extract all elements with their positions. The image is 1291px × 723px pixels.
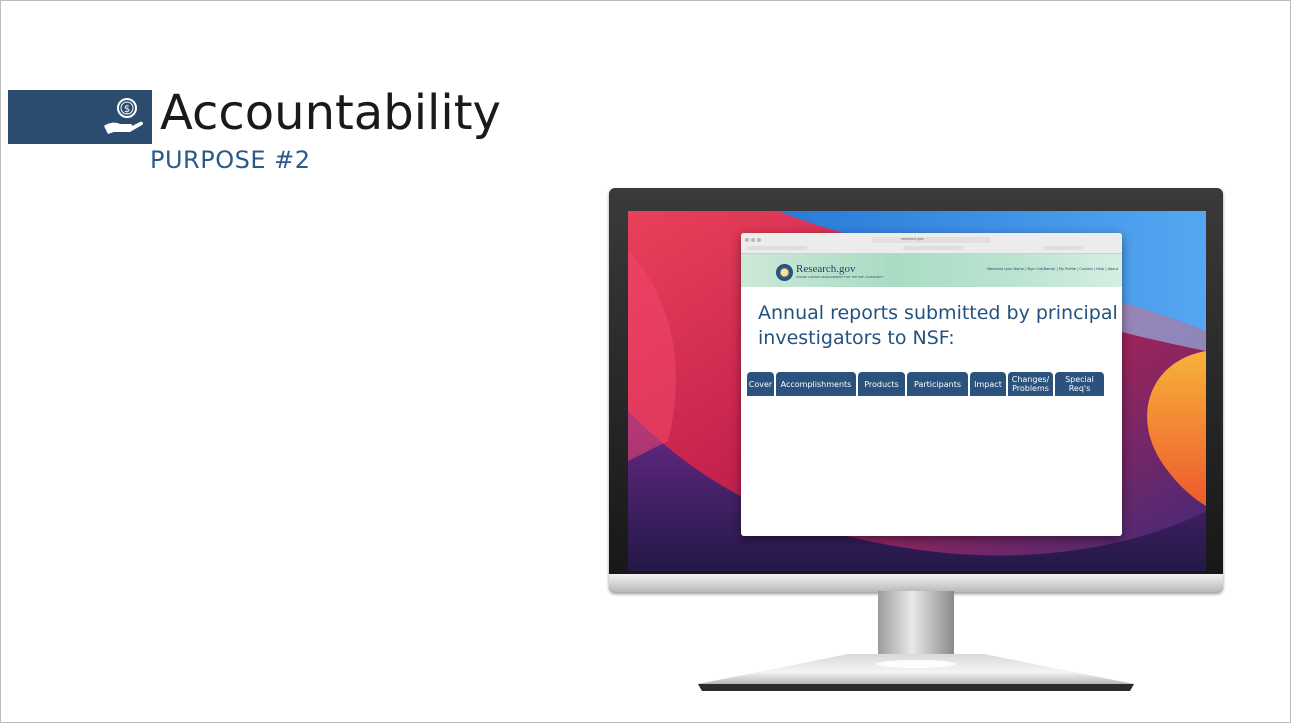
site-logo[interactable]: Research.gov <box>796 263 856 275</box>
svg-text:$: $ <box>124 104 130 115</box>
site-header: Research.gov ONLINE GRANTS MANAGEMENT FO… <box>741 254 1122 287</box>
slide-title: Accountability <box>160 85 501 141</box>
browser-toolbar: research.gov <box>741 233 1122 254</box>
tab-changes-problems[interactable]: Changes/ Problems <box>1008 372 1053 396</box>
tab-special-reqs[interactable]: Special Req's <box>1055 372 1104 396</box>
address-bar-text: research.gov <box>901 237 924 241</box>
bookmarks-bar <box>743 245 1120 251</box>
report-tabs: Cover Accomplishments Products Participa… <box>747 372 1104 398</box>
close-window-icon[interactable] <box>745 238 749 242</box>
page-heading: Annual reports submitted by principal in… <box>758 302 1118 349</box>
tab-participants[interactable]: Participants <box>907 372 968 396</box>
maximize-window-icon[interactable] <box>757 238 761 242</box>
bookmark-item[interactable] <box>903 246 963 250</box>
tab-impact[interactable]: Impact <box>970 372 1006 396</box>
hand-holding-dollar-icon: $ <box>104 98 144 134</box>
monitor-stand-base <box>698 654 1134 691</box>
tab-products[interactable]: Products <box>858 372 905 396</box>
tab-cover[interactable]: Cover <box>747 372 774 396</box>
tab-accomplishments[interactable]: Accomplishments <box>776 372 856 396</box>
bookmark-item[interactable] <box>1043 246 1083 250</box>
monitor-chin <box>609 574 1223 592</box>
site-tagline: ONLINE GRANTS MANAGEMENT FOR THE NSF COM… <box>796 275 884 279</box>
slide-subtitle: PURPOSE #2 <box>150 146 311 174</box>
minimize-window-icon[interactable] <box>751 238 755 242</box>
address-bar[interactable] <box>871 237 991 243</box>
header-nav-links[interactable]: Welcome Lynn Name | Sign Out(Name) | My … <box>987 267 1118 271</box>
browser-window[interactable]: research.gov Research.gov ONLINE GRANTS … <box>741 233 1122 536</box>
nsf-seal-icon <box>776 264 793 281</box>
bookmark-item[interactable] <box>747 246 807 250</box>
